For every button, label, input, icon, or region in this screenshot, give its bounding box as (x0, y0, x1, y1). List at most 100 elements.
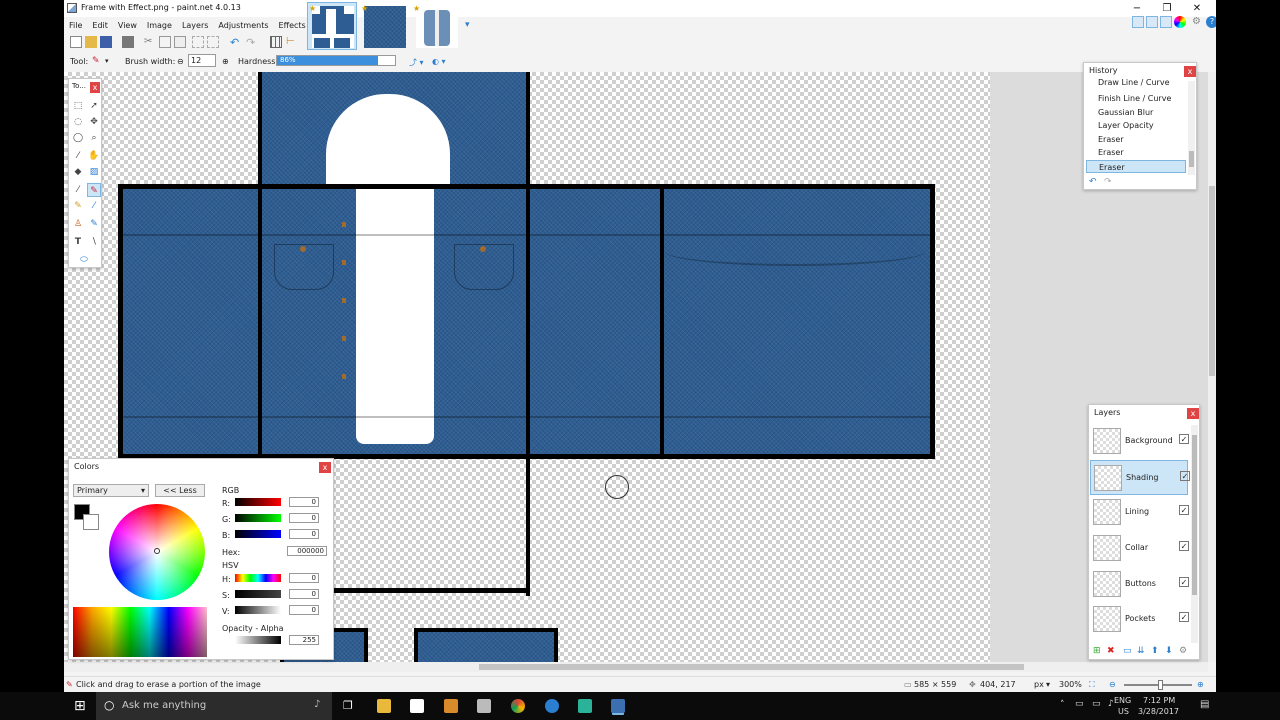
less-button[interactable]: << Less (155, 484, 205, 497)
edge-icon[interactable] (545, 699, 559, 713)
print-icon[interactable] (122, 36, 134, 48)
layer-row[interactable]: Pockets ✓ (1090, 602, 1189, 637)
layers-scrollbar[interactable] (1191, 425, 1198, 643)
layer-row[interactable]: Background ✓ (1090, 424, 1189, 459)
zoom-out-icon[interactable]: ⊖ (1109, 680, 1116, 689)
layer-row[interactable]: Lining ✓ (1090, 495, 1189, 530)
history-scroll-thumb[interactable] (1189, 151, 1194, 167)
unit-select[interactable]: px (1034, 680, 1044, 689)
layer-properties-icon[interactable]: ⚙ (1179, 646, 1187, 656)
add-layer-icon[interactable]: ⊞ (1093, 646, 1101, 656)
history-redo-icon[interactable]: ↷ (1104, 177, 1112, 187)
task-view-icon[interactable]: ❐ (343, 699, 353, 712)
move-selection-icon[interactable]: ➚ (87, 99, 101, 113)
unit-dropdown-icon[interactable]: ▾ (1046, 680, 1050, 689)
pencil-icon[interactable]: ✎ (71, 199, 85, 213)
action-center-icon[interactable]: ▤ (1200, 699, 1209, 710)
color-palette[interactable] (73, 607, 207, 657)
microphone-icon[interactable]: ♪ (314, 699, 320, 710)
rectangle-select-icon[interactable]: ⬚ (71, 99, 85, 113)
horizontal-scrollbar[interactable] (64, 662, 1208, 672)
red-slider[interactable] (235, 498, 281, 506)
undo-icon[interactable]: ↶ (230, 36, 242, 49)
zoom-slider[interactable] (1124, 680, 1192, 690)
redo-icon[interactable]: ↷ (246, 36, 258, 49)
color-picker-icon[interactable]: ⁄ (87, 199, 101, 213)
zoom-fit-icon[interactable]: ⛶ (1089, 680, 1095, 690)
merge-layer-icon[interactable]: ⇊ (1137, 646, 1145, 656)
history-item-selected[interactable]: Eraser (1086, 160, 1186, 173)
recolor-icon[interactable]: ✎ (87, 217, 101, 231)
tool-dropdown-icon[interactable]: ▾ (105, 57, 109, 65)
new-icon[interactable] (70, 36, 82, 48)
saturation-slider[interactable] (235, 590, 281, 598)
layer-visibility-checkbox[interactable]: ✓ (1180, 471, 1190, 481)
hue-value[interactable]: 0 (289, 573, 319, 583)
blue-slider[interactable] (235, 530, 281, 538)
cut-icon[interactable]: ✂ (144, 36, 156, 48)
file-explorer-icon[interactable] (377, 699, 391, 713)
blue-value[interactable]: 0 (289, 529, 319, 539)
history-item[interactable]: Finish Line / Curve (1086, 92, 1186, 105)
layer-visibility-checkbox[interactable]: ✓ (1179, 577, 1189, 587)
tools-toggle-icon[interactable] (1132, 16, 1144, 28)
layer-visibility-checkbox[interactable]: ✓ (1179, 434, 1189, 444)
media-player-icon[interactable] (444, 699, 458, 713)
history-undo-icon[interactable]: ↶ (1089, 177, 1097, 187)
tabs-dropdown-icon[interactable]: ▾ (465, 20, 470, 30)
layers-close-button[interactable]: x (1187, 408, 1199, 419)
line-curve-icon[interactable]: ∖ (87, 235, 101, 249)
alpha-slider[interactable] (235, 636, 281, 644)
app-icon[interactable] (578, 699, 592, 713)
delete-layer-icon[interactable]: ✖ (1107, 646, 1115, 656)
alpha-value[interactable]: 255 (289, 635, 319, 645)
image-tab-jacket[interactable]: ★ (411, 2, 461, 50)
minimize-button[interactable]: − (1122, 0, 1152, 17)
move-layer-up-icon[interactable]: ⬆ (1151, 646, 1159, 656)
brush-decrease-icon[interactable]: ⊖ (177, 57, 184, 66)
zoom-slider-thumb[interactable] (1158, 680, 1163, 690)
layer-visibility-checkbox[interactable]: ✓ (1179, 612, 1189, 622)
lasso-icon[interactable]: ◌ (71, 115, 85, 129)
saturation-value[interactable]: 0 (289, 589, 319, 599)
gear-icon[interactable]: ⚙ (1192, 16, 1204, 28)
blend-mode-icon[interactable]: ◐ ▾ (432, 57, 446, 66)
save-icon[interactable] (100, 36, 112, 48)
layer-visibility-checkbox[interactable]: ✓ (1179, 505, 1189, 515)
menu-effects[interactable]: Effects (274, 19, 311, 33)
history-item[interactable]: Draw Line / Curve (1086, 79, 1186, 89)
horizontal-scroll-thumb[interactable] (479, 664, 1024, 670)
antialias-icon[interactable]: ⤴ ▾ (409, 57, 424, 68)
image-tab-frame[interactable]: ★ (307, 2, 357, 50)
image-tab-denim[interactable]: ★ (359, 2, 409, 50)
move-layer-down-icon[interactable]: ⬇ (1165, 646, 1173, 656)
copy-icon[interactable] (159, 36, 171, 48)
open-icon[interactable] (85, 36, 97, 48)
menu-adjustments[interactable]: Adjustments (213, 19, 273, 33)
green-value[interactable]: 0 (289, 513, 319, 523)
colors-toggle-icon[interactable] (1174, 16, 1186, 28)
red-value[interactable]: 0 (289, 497, 319, 507)
volume-icon[interactable]: ♪ (1108, 699, 1114, 709)
close-button[interactable]: ✕ (1182, 0, 1212, 17)
grid-icon[interactable] (270, 36, 282, 48)
magic-wand-icon[interactable]: ⁄ (71, 149, 85, 163)
color-wheel-cursor[interactable] (154, 548, 160, 554)
text-icon[interactable]: T (71, 235, 85, 249)
layers-scroll-thumb[interactable] (1192, 435, 1197, 595)
battery-icon[interactable]: ▭ (1092, 699, 1101, 709)
tray-up-icon[interactable]: ˄ (1060, 700, 1065, 710)
chrome-icon[interactable] (511, 699, 525, 713)
region-indicator[interactable]: US (1118, 707, 1129, 716)
zoom-in-icon[interactable]: ⊕ (1197, 680, 1204, 689)
menu-image[interactable]: Image (142, 19, 177, 33)
history-item[interactable]: Gaussian Blur (1086, 106, 1186, 119)
hue-slider[interactable] (235, 574, 281, 582)
hex-input[interactable]: 000000 (287, 546, 327, 556)
layers-toggle-icon[interactable] (1160, 16, 1172, 28)
ellipse-select-icon[interactable]: ◯ (71, 131, 85, 145)
layer-row[interactable]: Collar ✓ (1090, 531, 1189, 566)
history-item[interactable]: Eraser (1086, 146, 1186, 159)
history-close-button[interactable]: x (1184, 66, 1196, 77)
hardness-slider[interactable]: 86% (276, 55, 396, 66)
